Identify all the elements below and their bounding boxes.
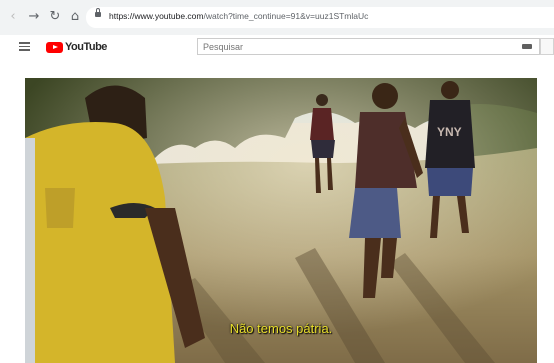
home-icon[interactable]: ⌂ <box>68 9 82 25</box>
url-path: /watch?time_continue=91&v=uuz1STmlaUc <box>203 11 369 21</box>
address-bar[interactable]: https://www.youtube.com/watch?time_conti… <box>86 7 554 28</box>
url-host: https://www.youtube.com <box>109 11 204 21</box>
forward-arrow-icon[interactable]: → <box>27 9 41 25</box>
page-margin-left <box>0 78 25 363</box>
video-subtitle: Não temos pátria. <box>229 321 333 336</box>
youtube-play-icon <box>46 41 63 53</box>
back-arrow-icon[interactable]: ‹ <box>6 9 20 25</box>
reload-icon[interactable]: ↻ <box>48 9 62 25</box>
url-text[interactable]: https://www.youtube.com/watch?time_conti… <box>109 11 368 21</box>
youtube-logo-text: YouTube <box>65 41 107 53</box>
browser-toolbar: ‹ → ↻ ⌂ https://www.youtube.com/watch?ti… <box>0 0 554 35</box>
youtube-header: YouTube <box>0 35 554 59</box>
search-box[interactable] <box>197 38 540 55</box>
svg-text:YNY: YNY <box>437 125 462 139</box>
search-button[interactable] <box>540 38 554 55</box>
video-player[interactable]: YNY Não temos pátria. <box>25 78 537 363</box>
keyboard-icon[interactable] <box>522 44 532 49</box>
menu-icon[interactable] <box>19 42 30 51</box>
youtube-logo[interactable]: YouTube <box>46 40 107 54</box>
lock-icon <box>95 8 101 17</box>
page-margin-right <box>537 78 554 363</box>
search-input[interactable] <box>198 39 503 54</box>
